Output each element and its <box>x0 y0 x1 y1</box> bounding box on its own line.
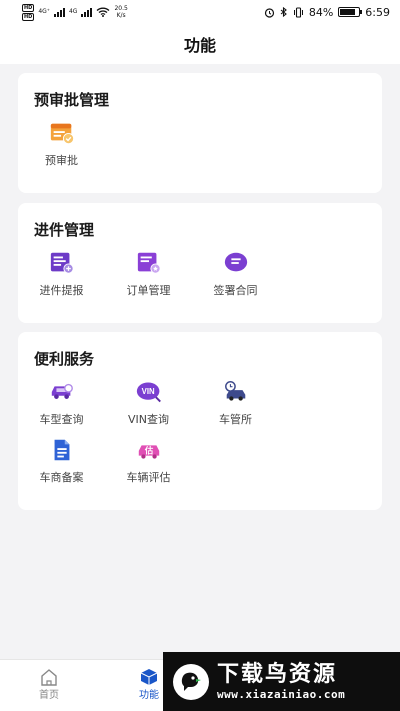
battery-percent: 84% <box>308 5 334 19</box>
bluetooth-icon <box>280 6 287 17</box>
tab-function-label: 功能 <box>139 690 159 701</box>
section-services: 便利服务 车型查询 VIN VIN查询 车管所 车商备案 估 车辆评估 <box>18 332 382 510</box>
watermark-bird-logo <box>173 663 209 700</box>
wifi-icon <box>97 7 110 17</box>
alarm-icon <box>264 7 274 18</box>
order-management-icon <box>136 250 162 276</box>
vin-query-icon: VIN <box>136 379 162 405</box>
tile-pre-approval[interactable]: 预审批 <box>18 120 105 178</box>
watermark-title: 下载鸟资源 <box>217 662 338 687</box>
home-icon <box>41 669 57 686</box>
section-title-application: 进件管理 <box>34 221 95 239</box>
vehicle-admin-office-icon <box>223 379 249 405</box>
title-bar: 功能 <box>0 24 400 64</box>
tile-submit-application[interactable]: 进件提报 <box>18 250 105 308</box>
dealer-filing-icon <box>49 437 75 463</box>
tile-order-management[interactable]: 订单管理 <box>105 250 192 308</box>
tile-vehicle-evaluation[interactable]: 估 车辆评估 <box>105 437 192 495</box>
signal-icon <box>53 7 65 17</box>
vibrate-icon <box>293 6 303 18</box>
section-application: 进件管理 进件提报 订单管理 签署合同 <box>18 203 382 323</box>
hd-badges: HD HD <box>22 3 35 21</box>
clock: 6:59 <box>365 5 390 19</box>
watermark-url: www.xiazainiao.com <box>217 688 346 701</box>
tile-label-order-management: 订单管理 <box>126 284 171 297</box>
tile-sign-contract[interactable]: 签署合同 <box>192 250 279 308</box>
tile-label-vehicle-admin-office: 车管所 <box>219 413 252 426</box>
tile-label-vehicle-evaluation: 车辆评估 <box>126 471 171 484</box>
sign-contract-icon <box>223 250 249 276</box>
status-left: HD HD 4G⁺ 4G 20.5 K/s <box>22 3 128 21</box>
tile-vehicle-admin-office[interactable]: 车管所 <box>192 379 279 437</box>
tile-label-sign-contract: 签署合同 <box>213 284 258 297</box>
status-bar: HD HD 4G⁺ 4G 20.5 K/s 84% 6:59 <box>0 0 400 24</box>
net-speed-unit: K/s <box>116 12 126 19</box>
watermark-banner: 下载鸟资源 www.xiazainiao.com <box>163 652 400 711</box>
tile-label-vin-query: VIN查询 <box>128 413 169 426</box>
tile-label-pre-approval: 预审批 <box>45 154 78 167</box>
tile-label-submit-application: 进件提报 <box>39 284 84 297</box>
tile-car-model-query[interactable]: 车型查询 <box>18 379 105 437</box>
svg-text:VIN: VIN <box>141 387 154 396</box>
application-grid: 进件提报 订单管理 签署合同 <box>34 250 366 308</box>
page-title: 功能 <box>183 36 216 55</box>
net-speed: 20.5 K/s <box>114 5 127 19</box>
network-type-1: 4G⁺ <box>38 8 50 15</box>
submit-application-icon <box>49 250 75 276</box>
battery-icon <box>338 7 363 17</box>
vehicle-evaluation-icon: 估 <box>136 437 162 463</box>
pre-approval-grid: 预审批 <box>34 120 366 178</box>
tile-label-dealer-filing: 车商备案 <box>39 471 84 484</box>
section-title-services: 便利服务 <box>34 350 95 368</box>
tab-home[interactable]: 首页 <box>19 668 79 701</box>
signal-icon-2 <box>81 7 93 17</box>
status-right: 84% 6:59 <box>264 6 390 19</box>
cube-icon <box>140 669 158 685</box>
section-pre-approval: 预审批管理 预审批 <box>18 73 382 193</box>
net-speed-value: 20.5 <box>114 5 128 12</box>
network-type-2: 4G <box>68 8 78 15</box>
services-grid: 车型查询 VIN VIN查询 车管所 车商备案 估 车辆评估 <box>34 379 366 495</box>
tile-dealer-filing[interactable]: 车商备案 <box>18 437 105 495</box>
section-title-pre-approval: 预审批管理 <box>34 91 110 109</box>
watermark-text: 下载鸟资源 www.xiazainiao.com <box>217 662 345 701</box>
pre-approval-icon <box>49 120 75 146</box>
tile-label-car-model-query: 车型查询 <box>39 413 84 426</box>
tab-home-label: 首页 <box>39 690 59 701</box>
svg-text:估: 估 <box>143 446 153 456</box>
battery-level <box>340 9 356 15</box>
car-model-query-icon <box>49 379 75 405</box>
tile-vin-query[interactable]: VIN VIN查询 <box>105 379 192 437</box>
